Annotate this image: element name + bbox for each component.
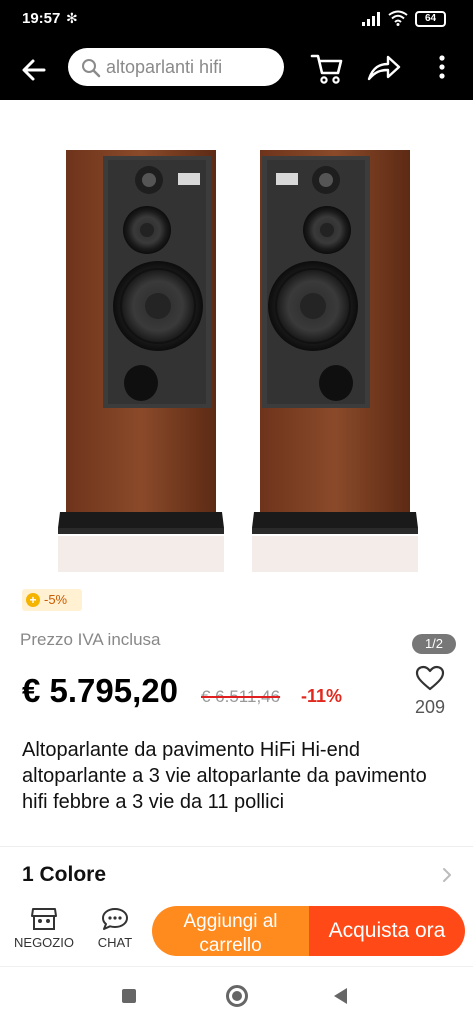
wifi-icon bbox=[388, 10, 408, 26]
chat-button[interactable]: CHAT bbox=[86, 906, 144, 956]
system-nav-bar bbox=[0, 966, 473, 1024]
more-options-icon[interactable] bbox=[432, 52, 452, 84]
signal-icon bbox=[362, 12, 380, 26]
battery-icon: 64 bbox=[415, 11, 446, 27]
chevron-right-icon[interactable] bbox=[440, 864, 454, 886]
coupon-icon: + bbox=[26, 593, 40, 607]
add-to-cart-button[interactable]: Aggiungi al carrello bbox=[152, 906, 309, 956]
fan-icon: ✻ bbox=[66, 10, 78, 26]
wishlist-count: 209 bbox=[414, 697, 446, 717]
left-speaker bbox=[58, 150, 224, 534]
product-image-gallery[interactable]: 1/2 bbox=[0, 100, 473, 654]
color-selector[interactable]: 1 Colore bbox=[22, 863, 106, 887]
chat-label: CHAT bbox=[97, 935, 133, 950]
top-bar: altoparlanti hifi bbox=[0, 40, 473, 100]
right-speaker bbox=[252, 150, 418, 534]
original-price: € 6.511,46 bbox=[201, 687, 281, 706]
divider bbox=[0, 846, 473, 847]
home-icon[interactable] bbox=[226, 985, 248, 1007]
product-image bbox=[58, 150, 418, 572]
search-input[interactable]: altoparlanti hifi bbox=[68, 48, 284, 86]
nav-back-icon[interactable] bbox=[334, 988, 347, 1004]
image-counter: 1/2 bbox=[412, 634, 456, 654]
purchase-actions: Aggiungi al carrello Acquista ora bbox=[152, 906, 465, 956]
heart-icon[interactable] bbox=[414, 664, 446, 692]
back-arrow-icon[interactable] bbox=[18, 54, 52, 86]
search-query: altoparlanti hifi bbox=[106, 57, 223, 77]
product-title: Altoparlante da pavimento HiFi Hi-end al… bbox=[22, 739, 427, 813]
product-page: 19:57 ✻ 64 altoparlanti hifi 1/2 + -5% P… bbox=[0, 0, 473, 1024]
status-time: 19:57 bbox=[22, 10, 61, 27]
coupon-value: -5% bbox=[44, 592, 68, 607]
search-icon bbox=[82, 59, 101, 78]
cart-icon[interactable] bbox=[310, 52, 346, 86]
buy-now-button[interactable]: Acquista ora bbox=[309, 906, 465, 956]
store-icon bbox=[31, 908, 57, 930]
chat-icon bbox=[102, 908, 128, 930]
recent-apps-icon[interactable] bbox=[122, 989, 136, 1003]
coupon-badge[interactable]: + -5% bbox=[22, 589, 82, 611]
status-bar: 19:57 ✻ 64 bbox=[0, 0, 473, 40]
current-price: € 5.795,20 bbox=[22, 672, 178, 709]
vat-label: Prezzo IVA inclusa bbox=[20, 630, 161, 649]
share-icon[interactable] bbox=[366, 52, 402, 84]
store-label: NEGOZIO bbox=[14, 935, 74, 950]
store-button[interactable]: NEGOZIO bbox=[8, 906, 80, 956]
discount-percent: -11% bbox=[301, 686, 343, 706]
